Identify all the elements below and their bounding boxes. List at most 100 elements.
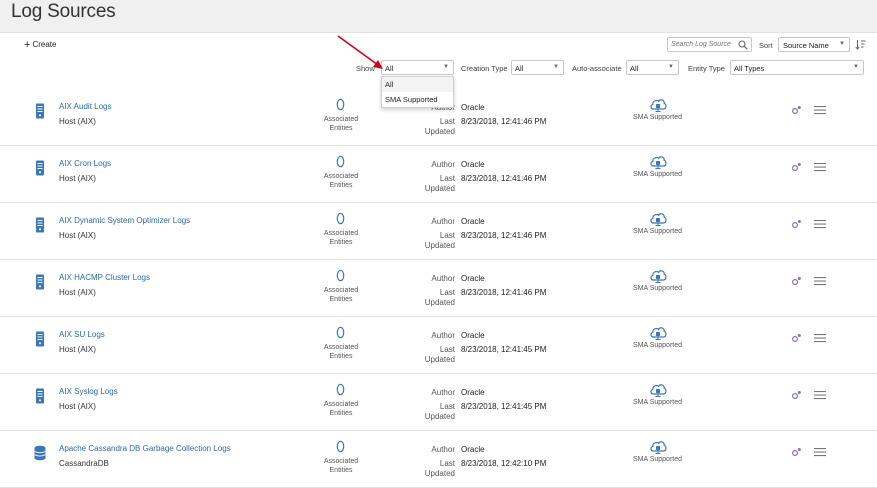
auto-associate-label: Auto-associate [572, 64, 622, 73]
show-select[interactable]: All ▼ [381, 60, 454, 75]
server-icon [36, 217, 44, 233]
author-value: Oracle [461, 103, 485, 112]
sma-cloud-icon [650, 441, 667, 454]
show-value: All [385, 64, 394, 73]
associated-entities-icon[interactable] [336, 269, 345, 282]
author-value: Oracle [461, 217, 485, 226]
table-row: AIX Cron Logs Host (AIX) Associated Entit… [0, 145, 877, 203]
chevron-down-icon: ▼ [853, 64, 859, 70]
hamburger-menu-icon[interactable] [814, 333, 826, 343]
creation-type-value: All [515, 64, 524, 73]
table-row: AIX Syslog Logs Host (AIX) Associated Ent… [0, 373, 877, 431]
hamburger-menu-icon[interactable] [814, 390, 826, 400]
associated-entities-icon[interactable] [336, 326, 345, 339]
hamburger-menu-icon[interactable] [814, 162, 826, 172]
dropdown-option-sma-supported[interactable]: SMA Supported [382, 92, 453, 107]
creation-type-select[interactable]: All ▼ [511, 60, 564, 75]
gear-icon[interactable] [791, 276, 802, 286]
search-icon[interactable] [738, 40, 748, 50]
entity-type-label: Entity Type [688, 64, 725, 73]
table-row: Apache Cassandra DB Garbage Collection L… [0, 430, 877, 488]
hamburger-menu-icon[interactable] [814, 447, 826, 457]
associated-entities-icon[interactable] [336, 155, 345, 168]
chevron-down-icon: ▼ [443, 64, 449, 70]
creation-type-label: Creation Type [461, 64, 508, 73]
annotation-arrow-icon [337, 35, 383, 69]
author-label: Author [431, 160, 455, 169]
associated-entities-label: Associated Entities [323, 458, 359, 474]
author-value: Oracle [461, 388, 485, 397]
hamburger-menu-icon[interactable] [814, 276, 826, 286]
associated-entities-label: Associated Entities [323, 230, 359, 246]
last-updated-value: 8/23/2018, 12:42:10 PM [461, 459, 547, 468]
plus-icon: + [24, 39, 31, 51]
sma-supported-label: SMA Supported [632, 228, 683, 235]
gear-icon[interactable] [791, 219, 802, 229]
auto-associate-select[interactable]: All ▼ [626, 60, 679, 75]
last-updated-value: 8/23/2018, 12:41:46 PM [461, 117, 547, 126]
server-icon [36, 331, 44, 347]
sma-supported-label: SMA Supported [632, 171, 683, 178]
author-label: Author [431, 445, 455, 454]
sma-cloud-icon [650, 99, 667, 112]
last-updated-label: Last Updated [424, 345, 455, 364]
sort-order-icon[interactable] [855, 39, 866, 50]
associated-entities-label: Associated Entities [323, 287, 359, 303]
author-value: Oracle [461, 274, 485, 283]
page-header: Log Sources [0, 0, 877, 33]
associated-entities-label: Associated Entities [323, 344, 359, 360]
gear-icon[interactable] [791, 447, 802, 457]
log-source-name-link[interactable]: AIX Syslog Logs [59, 387, 118, 396]
log-source-name-link[interactable]: AIX SU Logs [59, 330, 105, 339]
server-icon [36, 388, 44, 404]
server-icon [36, 103, 44, 119]
hamburger-menu-icon[interactable] [814, 105, 826, 115]
last-updated-value: 8/23/2018, 12:41:46 PM [461, 231, 547, 240]
create-label: Create [32, 40, 57, 49]
associated-entities-label: Associated Entities [323, 116, 359, 132]
associated-entities-icon[interactable] [336, 98, 345, 111]
sma-cloud-icon [650, 384, 667, 397]
associated-entities-icon[interactable] [336, 212, 345, 225]
author-value: Oracle [461, 331, 485, 340]
author-label: Author [431, 331, 455, 340]
gear-icon[interactable] [791, 105, 802, 115]
gear-icon[interactable] [791, 162, 802, 172]
hamburger-menu-icon[interactable] [814, 219, 826, 229]
sma-supported-label: SMA Supported [632, 285, 683, 292]
create-button[interactable]: + Create [24, 39, 56, 51]
chevron-down-icon: ▼ [839, 41, 845, 47]
log-source-name-link[interactable]: AIX Audit Logs [59, 102, 111, 111]
entity-type-text: Host (AIX) [59, 402, 96, 411]
server-icon [36, 160, 44, 176]
last-updated-label: Last Updated [424, 174, 455, 193]
sort-select[interactable]: Source Name ▼ [778, 37, 850, 52]
auto-associate-value: All [630, 64, 639, 73]
associated-entities-icon[interactable] [336, 440, 345, 453]
sort-label: Sort [759, 41, 773, 50]
sma-cloud-icon [650, 213, 667, 226]
gear-icon[interactable] [791, 390, 802, 400]
log-source-name-link[interactable]: AIX HACMP Cluster Logs [59, 273, 150, 282]
page-title: Log Sources [11, 1, 116, 22]
associated-entities-icon[interactable] [336, 383, 345, 396]
sort-value: Source Name [783, 41, 829, 50]
dropdown-option-all[interactable]: All [382, 77, 453, 92]
log-source-name-link[interactable]: Apache Cassandra DB Garbage Collection L… [59, 444, 231, 453]
sma-cloud-icon [650, 270, 667, 283]
sma-cloud-icon [650, 327, 667, 340]
search-input[interactable] [668, 38, 737, 51]
database-icon [34, 445, 46, 461]
sma-supported-label: SMA Supported [632, 456, 683, 463]
log-source-name-link[interactable]: AIX Cron Logs [59, 159, 111, 168]
sma-cloud-icon [650, 156, 667, 169]
chevron-down-icon: ▼ [668, 64, 674, 70]
last-updated-value: 8/23/2018, 12:41:45 PM [461, 402, 547, 411]
entity-type-text: Host (AIX) [59, 345, 96, 354]
entity-type-select[interactable]: All Types ▼ [730, 60, 864, 75]
log-source-name-link[interactable]: AIX Dynamic System Optimizer Logs [59, 216, 190, 225]
author-label: Author [431, 217, 455, 226]
table-row: AIX Dynamic System Optimizer Logs Host (… [0, 202, 877, 260]
gear-icon[interactable] [791, 333, 802, 343]
search-box[interactable] [667, 37, 752, 52]
